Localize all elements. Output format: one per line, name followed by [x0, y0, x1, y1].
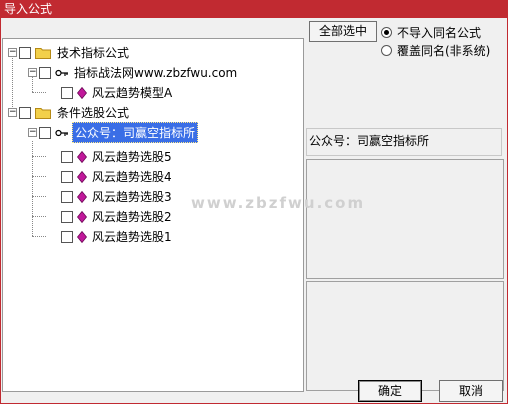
key-icon: [55, 69, 68, 76]
node-label-selected: 公众号：司赢空指标所: [72, 122, 199, 143]
ok-button[interactable]: 确定: [358, 380, 422, 402]
collapse-toggle[interactable]: −: [8, 108, 17, 117]
node-checkbox[interactable]: [61, 86, 73, 99]
node-label: 技术指标公式: [57, 46, 130, 60]
collapse-toggle[interactable]: −: [28, 68, 37, 77]
tree-line: [32, 156, 46, 157]
tree-node-website[interactable]: − 指标战法网www.zbzfwu.com: [28, 63, 239, 82]
node-checkbox[interactable]: [39, 126, 51, 139]
node-checkbox[interactable]: [39, 66, 51, 79]
node-checkbox[interactable]: [61, 150, 73, 163]
node-label: 风云趋势选股5: [92, 150, 172, 164]
tree-node-formula[interactable]: 风云趋势选股2: [50, 207, 174, 226]
select-all-button[interactable]: 全部选中: [309, 21, 377, 42]
node-label: 风云趋势选股4: [92, 170, 172, 184]
tree-node-formula[interactable]: 风云趋势模型A: [50, 83, 174, 102]
node-checkbox[interactable]: [61, 230, 73, 243]
node-label: 指标战法网www.zbzfwu.com: [74, 66, 238, 80]
folder-icon: [35, 107, 51, 119]
formula-params-panel: [306, 281, 504, 391]
folder-icon: [35, 47, 51, 59]
node-label: 风云趋势选股1: [92, 230, 172, 244]
tree-node-tech-indicators[interactable]: − 技术指标公式: [8, 43, 131, 62]
tree-line: [32, 176, 46, 177]
option-overwrite-duplicates[interactable]: 覆盖同名(非系统): [381, 42, 490, 59]
formula-name-label: 公众号：司赢空指标所: [306, 128, 502, 156]
tree-line: [32, 196, 46, 197]
watermark-text: www.zbzfwu.com: [191, 194, 366, 212]
node-label: 风云趋势选股3: [92, 190, 172, 204]
key-icon: [55, 129, 68, 136]
formula-gem-icon: [77, 230, 87, 243]
tree-node-formula[interactable]: 风云趋势选股1: [50, 227, 174, 246]
node-checkbox[interactable]: [61, 170, 73, 183]
tree-node-formula[interactable]: 风云趋势选股4: [50, 167, 174, 186]
collapse-toggle[interactable]: −: [8, 48, 17, 57]
radio-overwrite[interactable]: [381, 45, 392, 56]
node-label: 风云趋势模型A: [92, 86, 173, 100]
radio-skip[interactable]: [381, 27, 392, 38]
formula-gem-icon: [77, 190, 87, 203]
tree-line: [32, 236, 46, 237]
node-checkbox[interactable]: [19, 46, 31, 59]
tree-node-stock-selection[interactable]: − 条件选股公式: [8, 103, 131, 122]
formula-gem-icon: [77, 210, 87, 223]
tree-node-formula[interactable]: 风云趋势选股3: [50, 187, 174, 206]
formula-description-panel: [306, 159, 504, 279]
formula-gem-icon: [77, 86, 87, 99]
window-title: 导入公式: [0, 0, 508, 18]
node-checkbox[interactable]: [19, 106, 31, 119]
tree-line: [32, 92, 46, 93]
node-label: 条件选股公式: [57, 106, 130, 120]
tree-line: [32, 216, 46, 217]
import-formula-dialog: − 技术指标公式 − 指标战法网www.zbzfwu.com 风云趋势模型A −…: [0, 18, 508, 404]
option-skip-duplicates[interactable]: 不导入同名公式: [381, 24, 481, 41]
tree-node-formula[interactable]: 风云趋势选股5: [50, 147, 174, 166]
option-overwrite-label: 覆盖同名(非系统): [397, 44, 491, 58]
option-skip-label: 不导入同名公式: [397, 26, 482, 40]
node-checkbox[interactable]: [61, 210, 73, 223]
collapse-toggle[interactable]: −: [28, 128, 37, 137]
formula-gem-icon: [77, 150, 87, 163]
node-checkbox[interactable]: [61, 190, 73, 203]
formula-gem-icon: [77, 170, 87, 183]
node-label: 风云趋势选股2: [92, 210, 172, 224]
cancel-button[interactable]: 取消: [439, 380, 503, 402]
formula-tree[interactable]: − 技术指标公式 − 指标战法网www.zbzfwu.com 风云趋势模型A −…: [2, 38, 304, 392]
tree-node-account[interactable]: − 公众号：司赢空指标所: [28, 122, 199, 143]
